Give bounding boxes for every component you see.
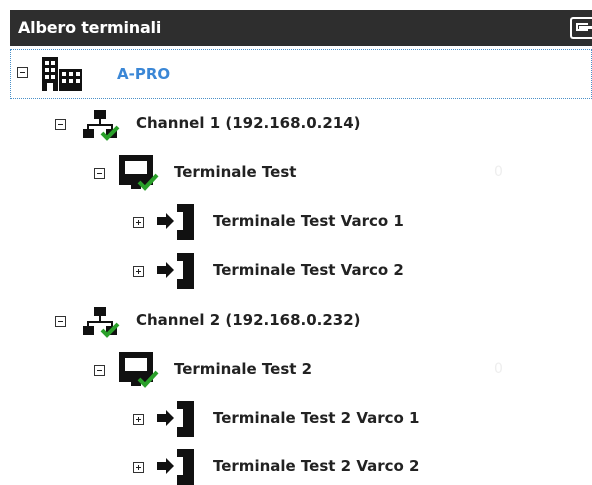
tree-node-label[interactable]: Terminale Test Varco 2 — [213, 261, 404, 279]
tree-node-label[interactable]: Terminale Test — [174, 163, 296, 181]
collapse-toggle-icon[interactable] — [55, 316, 66, 327]
tree-node-label[interactable]: Terminale Test Varco 1 — [213, 212, 404, 230]
tree-node-label[interactable]: Channel 1 (192.168.0.214) — [136, 114, 361, 132]
panel-collapse-icon[interactable] — [570, 17, 592, 39]
tree-node-gate[interactable]: Terminale Test 2 Varco 1 — [0, 398, 592, 438]
tree-node-label[interactable]: Terminale Test 2 Varco 2 — [213, 457, 419, 475]
expand-toggle-icon[interactable] — [133, 217, 144, 228]
terminal-count: 0 — [494, 361, 503, 377]
collapse-toggle-icon[interactable] — [55, 119, 66, 130]
tree-node-gate[interactable]: Terminale Test 2 Varco 2 — [0, 446, 592, 485]
expand-toggle-icon[interactable] — [133, 266, 144, 277]
building-icon — [42, 57, 82, 91]
tree-node-label[interactable]: Terminale Test 2 — [174, 360, 312, 378]
door-enter-icon — [157, 449, 194, 485]
collapse-toggle-icon[interactable] — [94, 365, 105, 376]
tree-node-terminal[interactable]: Terminale Test 0 — [0, 152, 592, 192]
panel-header: Albero terminali — [10, 10, 592, 46]
expand-toggle-icon[interactable] — [133, 462, 144, 473]
tree-node-label[interactable]: Channel 2 (192.168.0.232) — [136, 311, 361, 329]
monitor-ok-icon — [119, 155, 159, 191]
monitor-ok-icon — [119, 352, 159, 388]
network-ok-icon — [83, 110, 120, 141]
network-ok-icon — [83, 307, 120, 338]
panel-title: Albero terminali — [18, 18, 162, 37]
door-enter-icon — [157, 204, 194, 240]
tree-node-label[interactable]: Terminale Test 2 Varco 1 — [213, 409, 419, 427]
tree-node-gate[interactable]: Terminale Test Varco 2 — [0, 250, 592, 290]
door-enter-icon — [157, 401, 194, 437]
door-enter-icon — [157, 253, 194, 289]
tree-node-label[interactable]: A-PRO — [117, 65, 170, 83]
tree-node-root[interactable]: A-PRO — [10, 49, 592, 99]
tree-node-terminal[interactable]: Terminale Test 2 0 — [0, 349, 592, 389]
terminal-count: 0 — [494, 164, 503, 180]
collapse-toggle-icon[interactable] — [17, 67, 28, 78]
tree-node-channel[interactable]: Channel 1 (192.168.0.214) — [0, 103, 592, 143]
tree-node-channel[interactable]: Channel 2 (192.168.0.232) — [0, 300, 592, 340]
expand-toggle-icon[interactable] — [133, 414, 144, 425]
tree-node-gate[interactable]: Terminale Test Varco 1 — [0, 201, 592, 241]
collapse-toggle-icon[interactable] — [94, 168, 105, 179]
